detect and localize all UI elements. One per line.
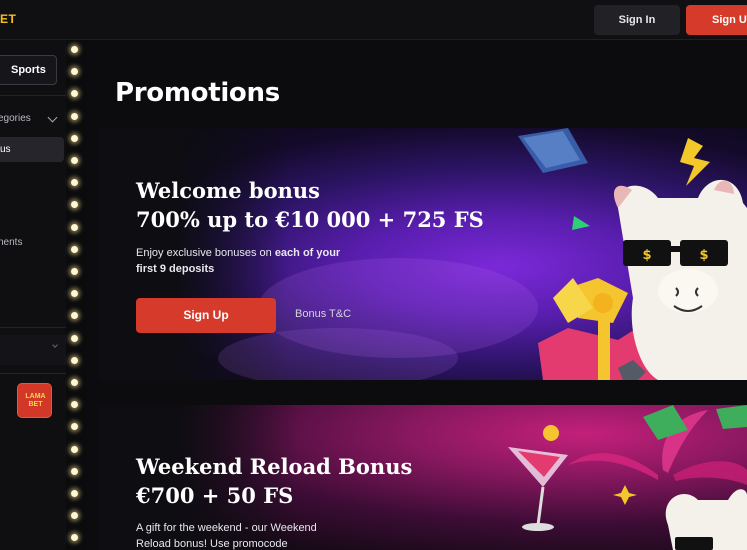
bonus-terms-link[interactable]: Bonus T&C: [295, 308, 351, 320]
sidebar-divider: [0, 327, 66, 328]
light-dot: [71, 445, 78, 453]
sidebar-item-tournaments[interactable]: nents: [0, 237, 22, 248]
page-title: Promotions: [115, 78, 280, 108]
badge-text: LAMA: [25, 393, 46, 400]
light-dot: [71, 290, 78, 298]
promo-subtitle: €700 + 50 FS: [136, 483, 294, 508]
light-dot: [71, 223, 78, 231]
promo-description-text: Enjoy exclusive bonuses on: [136, 247, 275, 259]
language-selector[interactable]: [0, 335, 66, 365]
promo-subtitle: 700% up to €10 000 + 725 FS: [136, 207, 484, 232]
sidebar: Sports egories us nents LAMA BET: [0, 40, 66, 550]
promo-description-bold: each of your: [274, 247, 341, 259]
light-dot: [71, 112, 78, 120]
light-dot: [71, 268, 78, 275]
promo-card-welcome: $ $ Welcome bonus 700% up to €10 000 + 7…: [98, 128, 747, 380]
badge-text: BET: [28, 401, 43, 408]
promo-sign-up-button[interactable]: Sign Up: [136, 298, 276, 333]
sidebar-divider: [0, 95, 66, 96]
light-dot: [71, 90, 78, 98]
promo-description: A gift for the weekend - our Weekend Rel…: [136, 520, 317, 550]
svg-text:$: $: [699, 248, 708, 263]
sidebar-item-bonus[interactable]: us: [0, 137, 64, 162]
promo-title: Weekend Reload Bonus: [136, 454, 413, 479]
light-dot: [71, 201, 78, 209]
light-dot: [71, 312, 78, 320]
promo-description-bold: first 9 deposits: [136, 263, 215, 275]
top-header: ET Sign In Sign Up: [0, 0, 747, 40]
svg-text:$: $: [642, 248, 651, 263]
light-dot: [71, 423, 78, 431]
light-dot: [71, 379, 78, 386]
light-dot: [71, 534, 78, 542]
lamabet-badge[interactable]: LAMA BET: [17, 383, 52, 418]
sign-up-button[interactable]: Sign Up: [686, 5, 747, 35]
site-logo[interactable]: ET: [0, 12, 20, 28]
sidebar-divider: [0, 373, 66, 374]
light-dot: [71, 134, 78, 142]
light-dot: [71, 334, 78, 342]
sign-in-button[interactable]: Sign In: [594, 5, 680, 35]
light-dot: [71, 46, 78, 53]
light-dot: [71, 401, 78, 409]
promo-description-text: A gift for the weekend - our Weekend: [136, 522, 317, 534]
chevron-down-icon[interactable]: [47, 112, 58, 123]
light-dot: [71, 245, 78, 253]
light-dot: [71, 157, 78, 164]
promo-description: Enjoy exclusive bonuses on each of your …: [136, 245, 340, 277]
sports-button[interactable]: Sports: [0, 55, 57, 85]
light-dot: [71, 490, 78, 497]
light-dot: [71, 179, 78, 187]
chevron-down-icon: [52, 342, 58, 348]
light-dots-strip: [66, 40, 86, 550]
promo-description-text: Reload bonus! Use promocode: [136, 538, 288, 550]
light-dot: [71, 68, 78, 76]
promo-title: Welcome bonus: [136, 178, 320, 203]
light-dot: [71, 512, 78, 520]
light-dot: [71, 467, 78, 475]
promo-card-weekend-reload: Weekend Reload Bonus €700 + 50 FS A gift…: [98, 405, 747, 550]
light-dot: [71, 356, 78, 364]
sidebar-item-categories[interactable]: egories: [0, 113, 31, 124]
